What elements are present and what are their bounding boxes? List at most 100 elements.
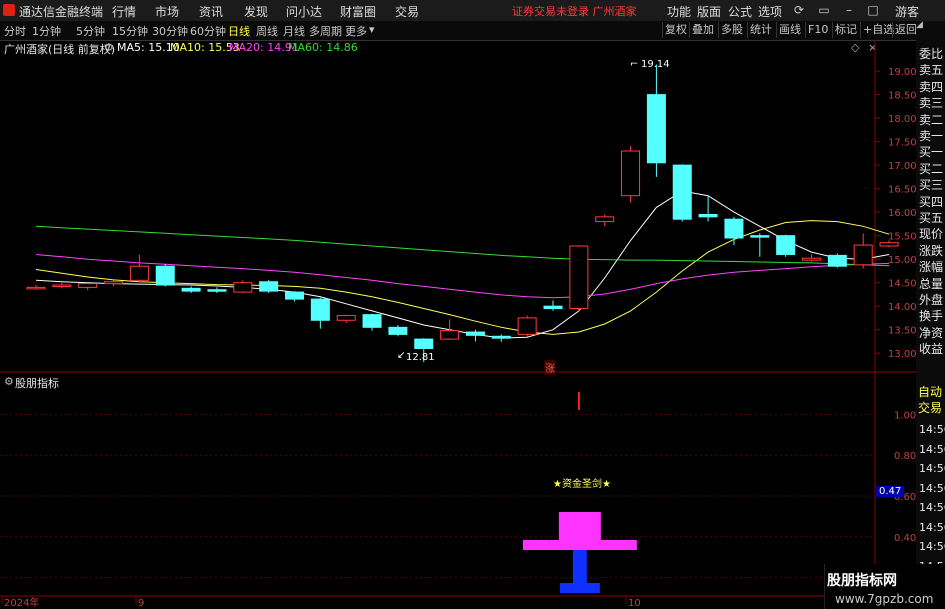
price-tick-label: 16.00	[888, 208, 917, 219]
auto-trade-label[interactable]: 自动交易	[918, 384, 945, 418]
candle	[233, 280, 253, 294]
candle-body	[879, 242, 899, 247]
candle	[440, 319, 460, 341]
candle	[104, 280, 124, 287]
right-panel-item[interactable]: 涨跌	[919, 242, 945, 259]
candle	[26, 285, 46, 290]
indicator-title: 股朋指标	[15, 377, 59, 390]
candle-body	[388, 326, 408, 335]
candle	[388, 324, 408, 337]
candle	[672, 164, 692, 222]
candle-body	[362, 314, 382, 328]
candle-body	[414, 338, 434, 349]
price-tick-label: 13.50	[888, 326, 917, 337]
candle-body	[233, 282, 253, 293]
candle	[776, 234, 796, 257]
candle	[621, 146, 641, 203]
candle-body	[569, 245, 589, 310]
right-panel-item[interactable]: 总量	[919, 275, 945, 292]
price-tick-label: 17.50	[888, 138, 917, 149]
right-panel-item[interactable]: 卖五	[919, 61, 945, 78]
indicator-signal-label: ★资金圣剑★	[553, 479, 611, 490]
price-tick-label: 15.50	[888, 232, 917, 243]
candle	[543, 300, 563, 311]
right-panel-item[interactable]: 外盘	[919, 291, 945, 308]
indicator-signal-bar	[577, 392, 580, 410]
price-tick-label: 18.00	[888, 114, 917, 125]
ma-line-3	[35, 225, 890, 267]
watermark-url: www.7gpzb.com	[835, 592, 934, 606]
candle-body	[465, 331, 485, 336]
price-tick-label: 17.00	[888, 161, 917, 172]
candle	[155, 263, 175, 287]
candle	[52, 282, 72, 289]
candle-body	[26, 286, 46, 290]
grid: 19.00 18.50 18.00 17.50 17.00 16.50 16.00 15.50…	[0, 40, 917, 609]
right-panel-item[interactable]: 现价	[919, 225, 945, 242]
x-tick-label: 2024年	[4, 596, 39, 609]
watermark: 股朋指标网 www.7gpzb.com	[824, 564, 945, 609]
candle	[827, 253, 847, 268]
candle-body	[698, 214, 718, 218]
x-tick-label: 10	[628, 598, 641, 609]
price-tick-label: 14.00	[888, 302, 917, 313]
candle-body	[207, 289, 227, 292]
indicator-blue-base	[559, 583, 600, 593]
right-panel-item[interactable]: 卖三	[919, 94, 945, 111]
candle-body	[78, 283, 98, 288]
price-tick-label: 14.50	[888, 279, 917, 290]
candle	[78, 283, 98, 291]
candle	[310, 297, 330, 329]
candle	[491, 334, 511, 342]
panel-toggle-icon[interactable]: ◢	[916, 21, 945, 30]
candle	[129, 254, 149, 283]
candle	[207, 287, 227, 294]
candle-body	[259, 281, 279, 292]
candle-body	[776, 235, 796, 255]
min-arrow-icon: ↙	[397, 350, 406, 361]
trade-time: 14:56	[919, 442, 945, 456]
candle-body	[285, 291, 304, 300]
candle-body	[595, 216, 615, 223]
candle-body	[621, 150, 641, 197]
candle-body	[750, 235, 770, 238]
trade-time: 14:56	[919, 423, 945, 436]
candle-body	[491, 335, 511, 339]
indicator-settings-icon[interactable]: ⚙	[4, 375, 14, 388]
price-tick-label: 19.00	[888, 67, 917, 78]
right-panel-item[interactable]: 收益	[919, 340, 945, 357]
right-panel-item[interactable]: 买五	[919, 209, 945, 226]
candle-body	[440, 330, 460, 340]
min-price-label: 12.81	[406, 352, 435, 363]
trade-time: 14:56	[919, 520, 945, 534]
right-panel-item[interactable]: 委比	[919, 45, 945, 62]
candle	[336, 314, 356, 324]
candle-body	[853, 244, 873, 266]
right-panel-item[interactable]: 买四	[919, 193, 945, 210]
right-panel-item[interactable]: 涨幅	[919, 258, 945, 275]
right-panel-item[interactable]: 净资	[919, 324, 945, 341]
price-tick-label: 13.00	[888, 349, 917, 360]
right-panel-item[interactable]: 换手	[919, 307, 945, 324]
right-panel-item[interactable]: 卖一	[919, 127, 945, 144]
zhang-signal-label: 涨	[544, 360, 556, 375]
right-panel-item[interactable]: 买一	[919, 143, 945, 160]
candle	[285, 291, 304, 302]
right-panel-item[interactable]: 买三	[919, 176, 945, 193]
candle-body	[827, 254, 847, 267]
x-tick-label: 9	[138, 598, 144, 609]
candle	[853, 233, 873, 269]
right-panel-item[interactable]: 买二	[919, 160, 945, 177]
candle-body	[802, 257, 821, 261]
candle-body	[336, 315, 356, 321]
right-panel-item[interactable]: 卖二	[919, 111, 945, 128]
trade-time: 14:56	[919, 462, 945, 475]
candle-body	[672, 164, 692, 220]
indicator-tick-label: 0.40	[894, 533, 916, 544]
candle	[259, 279, 279, 294]
max-price-label: 19.14	[641, 59, 670, 70]
candle-body	[181, 287, 201, 292]
chart-canvas: 19.00 18.50 18.00 17.50 17.00 16.50 16.00 15.50…	[0, 40, 917, 609]
right-panel-item[interactable]: 卖四	[919, 78, 945, 95]
indicator-tick-label: 0.80	[894, 451, 916, 462]
